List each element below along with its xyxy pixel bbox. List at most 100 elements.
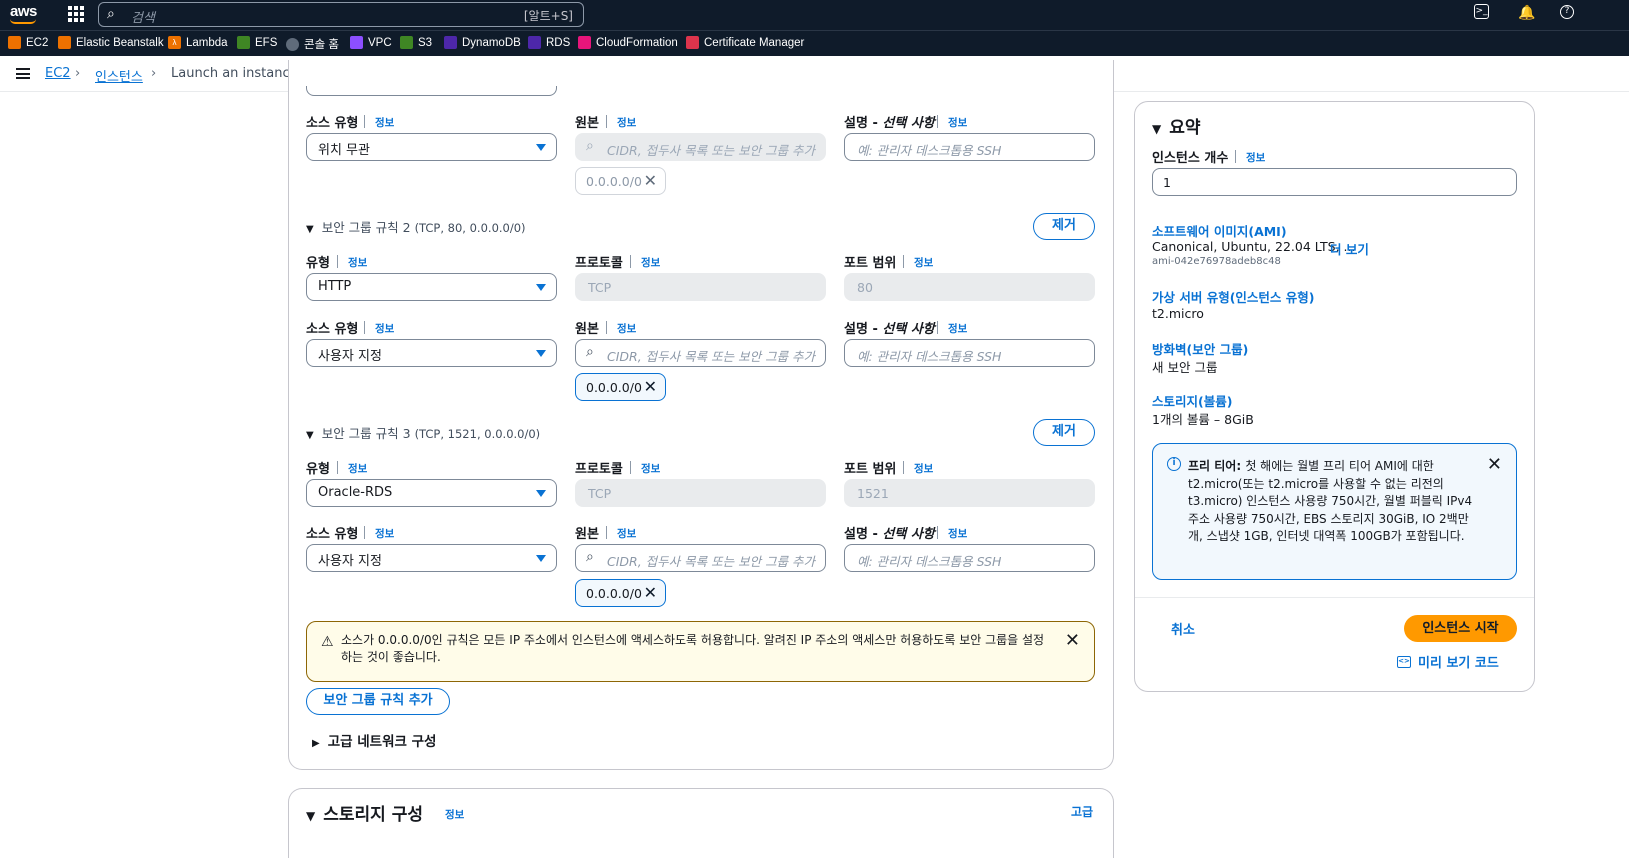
rule3-type-select[interactable]: Oracle-RDS <box>306 479 557 507</box>
info-link[interactable]: 정보 <box>914 461 933 476</box>
bookmark-vpc[interactable]: VPC <box>350 36 392 49</box>
bookmark-dynamodb[interactable]: DynamoDB <box>444 36 521 49</box>
storage-value: 1개의 볼륨 – 8GiB <box>1152 412 1254 427</box>
info-link[interactable]: 정보 <box>375 115 394 130</box>
storage-advanced-link[interactable]: 고급 <box>1071 803 1093 820</box>
rule2-type-select[interactable]: HTTP <box>306 273 557 301</box>
ami-id: ami-042e76978adeb8c48 <box>1152 256 1281 267</box>
chevron-right-icon: › <box>151 66 157 81</box>
info-link[interactable]: 정보 <box>617 526 636 541</box>
caret-down-icon <box>536 490 546 497</box>
rule-detail: (TCP, 1521, 0.0.0.0/0) <box>414 427 541 441</box>
advanced-network-toggle[interactable]: ▶ 고급 네트워크 구성 <box>312 730 436 750</box>
info-link[interactable]: 정보 <box>641 461 660 476</box>
ami-more-link[interactable]: 더 보기 <box>1330 239 1369 258</box>
rule1-source-type-select[interactable]: 위치 무관 <box>306 133 557 161</box>
breadcrumb-ec2[interactable]: EC2 <box>45 66 71 81</box>
info-link[interactable]: 정보 <box>914 255 933 270</box>
warning-icon: ⚠ <box>321 634 334 650</box>
add-security-group-rule-button[interactable]: 보안 그룹 규칙 추가 <box>306 688 450 715</box>
firewall-value: 새 보안 그룹 <box>1152 360 1218 375</box>
rule2-source-type-select[interactable]: 사용자 지정 <box>306 339 557 367</box>
instance-type-link[interactable]: 가상 서버 유형(인스턴스 유형) <box>1152 287 1314 306</box>
info-link[interactable]: 정보 <box>375 321 394 336</box>
help-icon[interactable]: ? <box>1560 5 1574 19</box>
breadcrumb-instances[interactable]: 인스턴스 <box>95 66 143 85</box>
bookmark-label: 콘솔 홈 <box>304 39 339 51</box>
bookmark-console-home[interactable]: 콘솔 홈 <box>286 36 339 52</box>
info-link[interactable]: 정보 <box>348 461 367 476</box>
rule1-source-token: 0.0.0.0/0 ✕ <box>575 167 666 195</box>
rule2-protocol-input: TCP <box>575 273 826 301</box>
notifications-bell-icon[interactable]: 🔔 <box>1518 5 1535 21</box>
info-icon: i <box>1167 457 1181 471</box>
info-link[interactable]: 정보 <box>617 321 636 336</box>
ami-link[interactable]: 소프트웨어 이미지(AMI) <box>1152 221 1287 240</box>
services-menu-icon[interactable] <box>68 6 84 22</box>
caret-down-icon <box>536 144 546 151</box>
aws-smile-icon <box>10 19 36 24</box>
label-divider <box>364 526 365 539</box>
bookmark-lambda[interactable]: λ Lambda <box>168 36 228 49</box>
bookmark-label: RDS <box>546 36 571 49</box>
storage-link[interactable]: 스토리지(볼륨) <box>1152 391 1232 410</box>
info-link[interactable]: 정보 <box>348 255 367 270</box>
rule3-source-token[interactable]: 0.0.0.0/0 ✕ <box>575 579 666 607</box>
info-link[interactable]: 정보 <box>948 526 967 541</box>
rule3-header[interactable]: ▼ 보안 그룹 규칙 3 (TCP, 1521, 0.0.0.0/0) <box>306 423 540 442</box>
preview-code-button[interactable]: <> 미리 보기 코드 <box>1397 652 1499 671</box>
aws-logo[interactable]: aws <box>10 3 37 20</box>
info-link[interactable]: 정보 <box>641 255 660 270</box>
bookmark-efs[interactable]: EFS <box>237 36 277 49</box>
instance-count-label: 인스턴스 개수 <box>1152 151 1229 166</box>
cloudshell-icon[interactable]: >_ <box>1474 4 1489 19</box>
close-icon[interactable]: ✕ <box>644 377 657 396</box>
caret-down-icon <box>536 284 546 291</box>
rule3-remove-button[interactable]: 제거 <box>1033 419 1095 446</box>
source-type-label: 소스 유형 <box>306 116 359 131</box>
search-input[interactable]: ⌕ 검색 [알트+S] <box>98 2 584 27</box>
info-link[interactable]: 정보 <box>948 115 967 130</box>
close-icon[interactable]: ✕ <box>644 583 657 602</box>
info-link[interactable]: 정보 <box>617 115 636 130</box>
search-icon: ⌕ <box>586 344 594 360</box>
info-link[interactable]: 정보 <box>375 526 394 541</box>
bookmark-certificate-manager[interactable]: Certificate Manager <box>686 36 804 49</box>
favorites-bar: EC2 Elastic Beanstalk λ Lambda EFS 콘솔 홈 V… <box>0 30 1629 56</box>
close-icon[interactable]: ✕ <box>1487 454 1502 475</box>
info-link[interactable]: 정보 <box>445 807 464 822</box>
ami-value: Canonical, Ubuntu, 22.04 LTS, ... <box>1152 239 1356 254</box>
rule2-description-input[interactable]: 예: 관리자 데스크톱용 SSH <box>844 339 1095 367</box>
info-link[interactable]: 정보 <box>1246 150 1265 165</box>
bookmark-ec2[interactable]: EC2 <box>8 36 48 49</box>
optional-text: 선택 사항 <box>882 116 935 131</box>
summary-header[interactable]: ▼ 요약 <box>1152 113 1201 138</box>
divider <box>1135 597 1534 598</box>
menu-icon[interactable] <box>16 68 30 79</box>
storage-header[interactable]: ▼ 스토리지 구성 <box>306 800 423 825</box>
bookmark-cloudformation[interactable]: CloudFormation <box>578 36 678 49</box>
firewall-link[interactable]: 방화벽(보안 그룹) <box>1152 339 1248 358</box>
launch-instance-button[interactable]: 인스턴스 시작 <box>1404 615 1517 642</box>
input-placeholder: CIDR, 접두사 목록 또는 보안 그룹 추가 <box>607 143 816 158</box>
rule3-description-input[interactable]: 예: 관리자 데스크톱용 SSH <box>844 544 1095 572</box>
rule2-remove-button[interactable]: 제거 <box>1033 213 1095 240</box>
info-link[interactable]: 정보 <box>948 321 967 336</box>
rule2-source-input[interactable]: ⌕ CIDR, 접두사 목록 또는 보안 그룹 추가 <box>575 339 826 367</box>
bookmark-label: EC2 <box>26 36 49 49</box>
bookmark-elastic-beanstalk[interactable]: Elastic Beanstalk <box>58 36 164 49</box>
bookmark-rds[interactable]: RDS <box>528 36 570 49</box>
rule1-description-input[interactable]: 예: 관리자 데스크톱용 SSH <box>844 133 1095 161</box>
bookmark-s3[interactable]: S3 <box>400 36 432 49</box>
rule3-source-input[interactable]: ⌕ CIDR, 접두사 목록 또는 보안 그룹 추가 <box>575 544 826 572</box>
rule2-source-token[interactable]: 0.0.0.0/0 ✕ <box>575 373 666 401</box>
input-value: 1 <box>1163 175 1171 190</box>
search-icon: ⌕ <box>586 138 594 154</box>
cancel-button[interactable]: 취소 <box>1171 619 1195 638</box>
instance-count-input[interactable]: 1 <box>1152 168 1517 196</box>
port-range-label: 포트 범위 <box>844 462 897 477</box>
rule3-source-type-select[interactable]: 사용자 지정 <box>306 544 557 572</box>
rule2-header[interactable]: ▼ 보안 그룹 규칙 2 (TCP, 80, 0.0.0.0/0) <box>306 217 526 236</box>
close-icon[interactable]: ✕ <box>1065 630 1080 651</box>
caret-down-icon: ▼ <box>306 224 314 235</box>
